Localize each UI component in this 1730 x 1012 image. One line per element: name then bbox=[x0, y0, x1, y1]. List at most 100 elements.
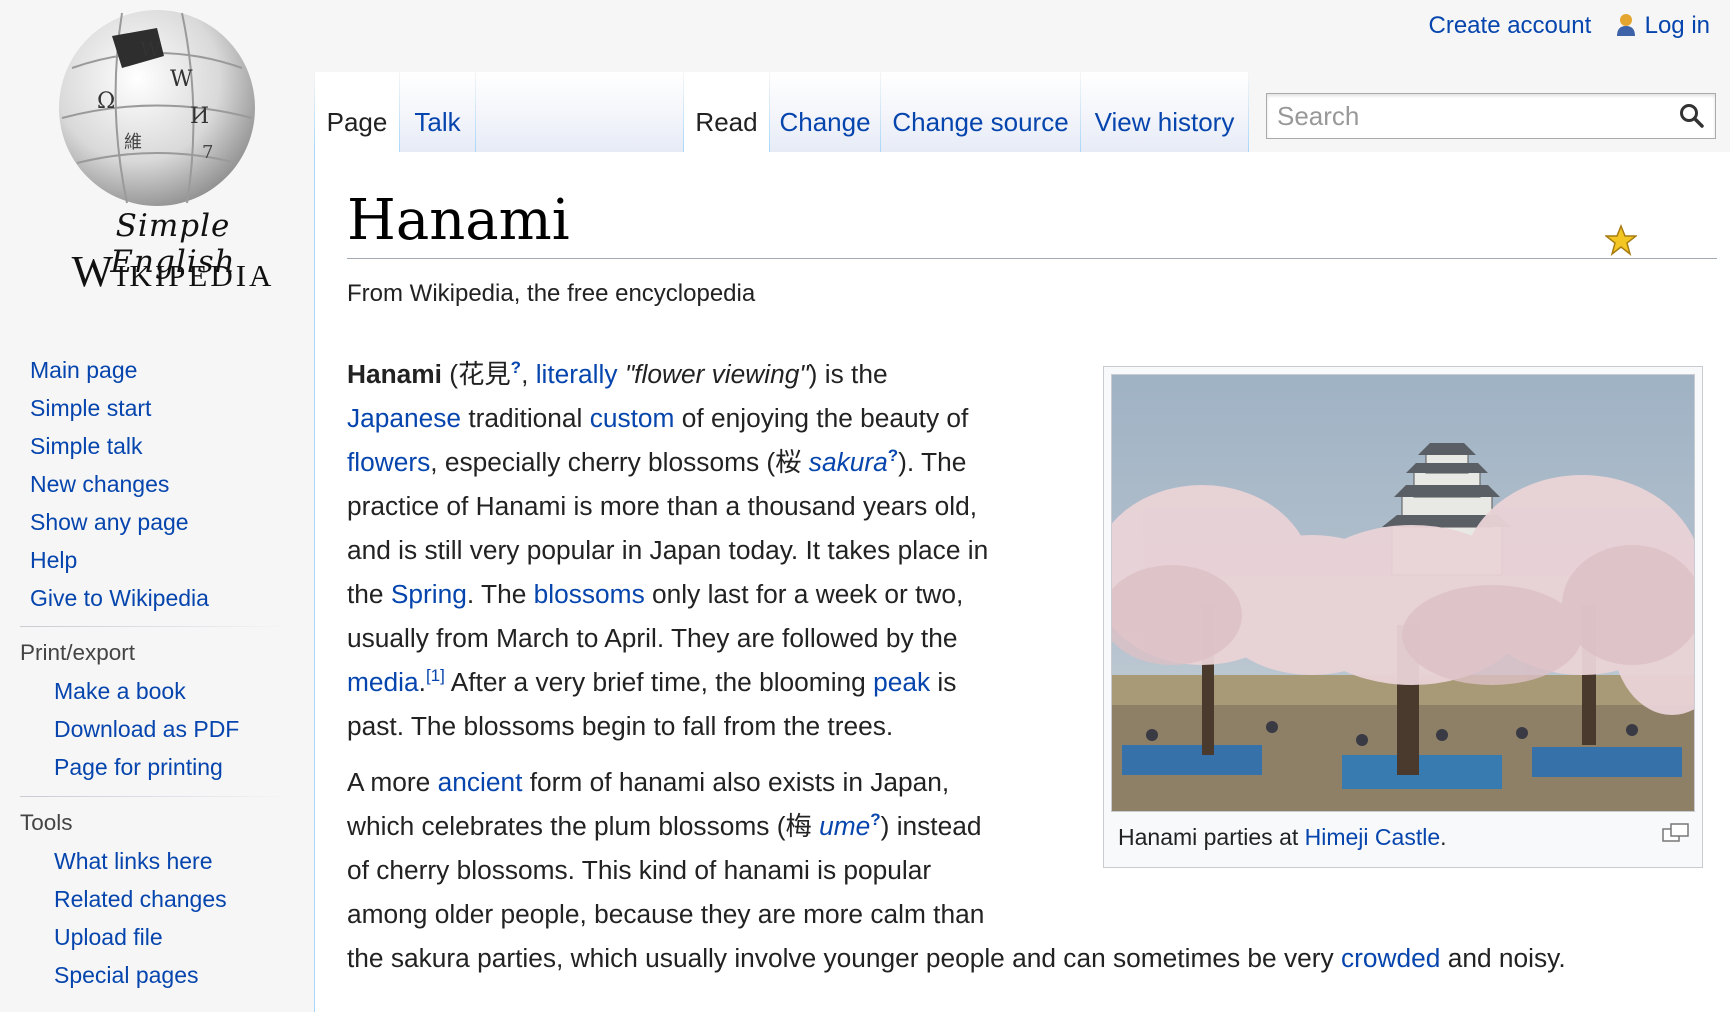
log-in-link[interactable]: Log in bbox=[1645, 12, 1710, 39]
text: only last for a week or two, bbox=[644, 579, 964, 609]
tab-change-source[interactable]: Change source bbox=[881, 72, 1080, 152]
print-export-heading[interactable]: Print/export bbox=[20, 640, 135, 666]
tab-change[interactable]: Change bbox=[770, 72, 880, 152]
personal-tools: Create account Log in bbox=[1429, 8, 1711, 44]
svg-text:И: И bbox=[190, 104, 209, 129]
text: and noisy. bbox=[1440, 943, 1566, 973]
search-box bbox=[1266, 93, 1716, 139]
text: ) is the bbox=[808, 359, 888, 389]
text: , especially cherry blossoms (桜 bbox=[430, 447, 809, 477]
tools-heading[interactable]: Tools bbox=[20, 810, 73, 836]
sidebar-item-simple-start[interactable]: Simple start bbox=[30, 389, 342, 427]
text: A more bbox=[347, 767, 438, 797]
text: ). The bbox=[898, 447, 967, 477]
sidebar-item-show-any-page[interactable]: Show any page bbox=[30, 503, 342, 541]
sidebar-navigation: Main page Simple start Simple talk New c… bbox=[0, 351, 342, 617]
text: traditional bbox=[461, 403, 590, 433]
page-title: Hanami bbox=[347, 188, 570, 253]
text-line: Hanami (花見?, literally "flower viewing")… bbox=[347, 358, 888, 389]
tab-talk[interactable]: Talk bbox=[400, 72, 475, 152]
reference-link[interactable]: [1] bbox=[426, 666, 445, 685]
sidebar-divider bbox=[20, 796, 290, 797]
sidebar-item-main-page[interactable]: Main page bbox=[30, 351, 342, 389]
text: form of hanami also exists in Japan, bbox=[522, 767, 950, 797]
heading-divider bbox=[347, 258, 1717, 259]
text: the sakura parties, which usually involv… bbox=[347, 943, 1341, 973]
link-flowers[interactable]: flowers bbox=[347, 447, 430, 477]
image-thumbnail: Hanami parties at Himeji Castle. bbox=[1103, 366, 1703, 868]
text-line: and is still very popular in Japan today… bbox=[347, 535, 989, 565]
sidebar-item-simple-talk[interactable]: Simple talk bbox=[30, 427, 342, 465]
tab-page-label: Page bbox=[326, 107, 388, 137]
link-peak[interactable]: peak bbox=[873, 667, 930, 697]
bold-term: Hanami bbox=[347, 359, 442, 389]
text-line: practice of Hanami is more than a thousa… bbox=[347, 491, 977, 521]
svg-text:W: W bbox=[170, 67, 193, 92]
tab-spacer bbox=[476, 72, 683, 152]
tab-talk-label: Talk bbox=[414, 107, 461, 137]
search-icon[interactable] bbox=[1679, 103, 1705, 129]
user-icon bbox=[1616, 14, 1635, 36]
sidebar-divider bbox=[20, 626, 290, 627]
tab-change-label: Change bbox=[779, 107, 871, 137]
article-paragraph: Hanami (花見?, literally "flower viewing")… bbox=[347, 352, 1067, 748]
text-line: the Spring. The blossoms only last for a… bbox=[347, 572, 1067, 616]
text-line: media.[1] After a very brief time, the b… bbox=[347, 666, 957, 697]
tab-read-label: Read bbox=[695, 107, 758, 137]
print-export-list: Make a book Download as PDF Page for pri… bbox=[0, 672, 366, 786]
svg-text:7: 7 bbox=[202, 142, 213, 163]
link-blossoms[interactable]: blossoms bbox=[534, 579, 645, 609]
tab-read[interactable]: Read bbox=[684, 72, 769, 152]
tab-separator bbox=[1248, 72, 1249, 152]
link-media[interactable]: media bbox=[347, 667, 419, 697]
kanji-text: 花見 bbox=[458, 359, 511, 389]
enlarge-icon[interactable] bbox=[1662, 823, 1690, 843]
pronunciation-help-link[interactable]: ? bbox=[511, 358, 521, 377]
hanami-photo[interactable] bbox=[1111, 374, 1695, 812]
pronunciation-help-link[interactable]: ? bbox=[870, 810, 880, 829]
tab-view-history-label: View history bbox=[1094, 107, 1235, 137]
sidebar-item-help[interactable]: Help bbox=[30, 541, 342, 579]
link-japanese[interactable]: Japanese bbox=[347, 403, 461, 433]
text-line: Japanese traditional custom of enjoying … bbox=[347, 396, 1067, 440]
tab-change-source-label: Change source bbox=[892, 107, 1069, 137]
link-spring[interactable]: Spring bbox=[391, 579, 467, 609]
search-input[interactable] bbox=[1275, 97, 1659, 135]
meaning-text: "flower viewing" bbox=[624, 359, 809, 389]
text: which celebrates the plum blossoms (梅 bbox=[347, 811, 820, 841]
featured-star-icon bbox=[1605, 224, 1637, 256]
sidebar-item-give-to-wikipedia[interactable]: Give to Wikipedia bbox=[30, 579, 342, 617]
create-account-link[interactable]: Create account bbox=[1429, 12, 1592, 39]
svg-text:Ω: Ω bbox=[97, 89, 115, 114]
tab-view-history[interactable]: View history bbox=[1081, 72, 1248, 152]
pronunciation-help-link[interactable]: ? bbox=[888, 446, 898, 465]
sidebar-item-new-changes[interactable]: New changes bbox=[30, 465, 342, 503]
text-line: usually from March to April. They are fo… bbox=[347, 623, 958, 653]
text: Hanami parties at bbox=[1118, 824, 1305, 850]
site-logo[interactable]: W W Ω И 維 7 Simple English Wikipedia bbox=[28, 8, 288, 296]
link-sakura[interactable]: sakura bbox=[809, 447, 888, 477]
text: . bbox=[1440, 824, 1447, 850]
logo-wordmark-line2: Wikipedia bbox=[71, 247, 275, 296]
tab-page[interactable]: Page bbox=[315, 72, 399, 152]
link-crowded[interactable]: crowded bbox=[1341, 943, 1440, 973]
text: the bbox=[347, 579, 391, 609]
text-line: among older people, because they are mor… bbox=[347, 899, 985, 929]
text: . The bbox=[466, 579, 534, 609]
link-ume[interactable]: ume bbox=[819, 811, 870, 841]
wikipedia-globe-icon: W W Ω И 維 7 bbox=[59, 10, 255, 206]
text: is bbox=[930, 667, 957, 697]
text-line: past. The blossoms begin to fall from th… bbox=[347, 711, 894, 741]
text: of enjoying the beauty of bbox=[674, 403, 969, 433]
text-line: the sakura parties, which usually involv… bbox=[347, 936, 1727, 980]
link-ancient[interactable]: ancient bbox=[438, 767, 523, 797]
link-himeji-castle[interactable]: Himeji Castle bbox=[1305, 824, 1440, 850]
text: ) instead bbox=[880, 811, 982, 841]
link-custom[interactable]: custom bbox=[590, 403, 675, 433]
text: After a very brief time, the blooming bbox=[444, 667, 874, 697]
svg-text:維: 維 bbox=[124, 132, 142, 153]
text-line: flowers, especially cherry blossoms (桜 s… bbox=[347, 440, 1067, 484]
svg-text:W: W bbox=[140, 37, 161, 61]
link-literally[interactable]: literally bbox=[536, 359, 618, 389]
tools-list: What links here Related changes Upload f… bbox=[0, 842, 366, 994]
